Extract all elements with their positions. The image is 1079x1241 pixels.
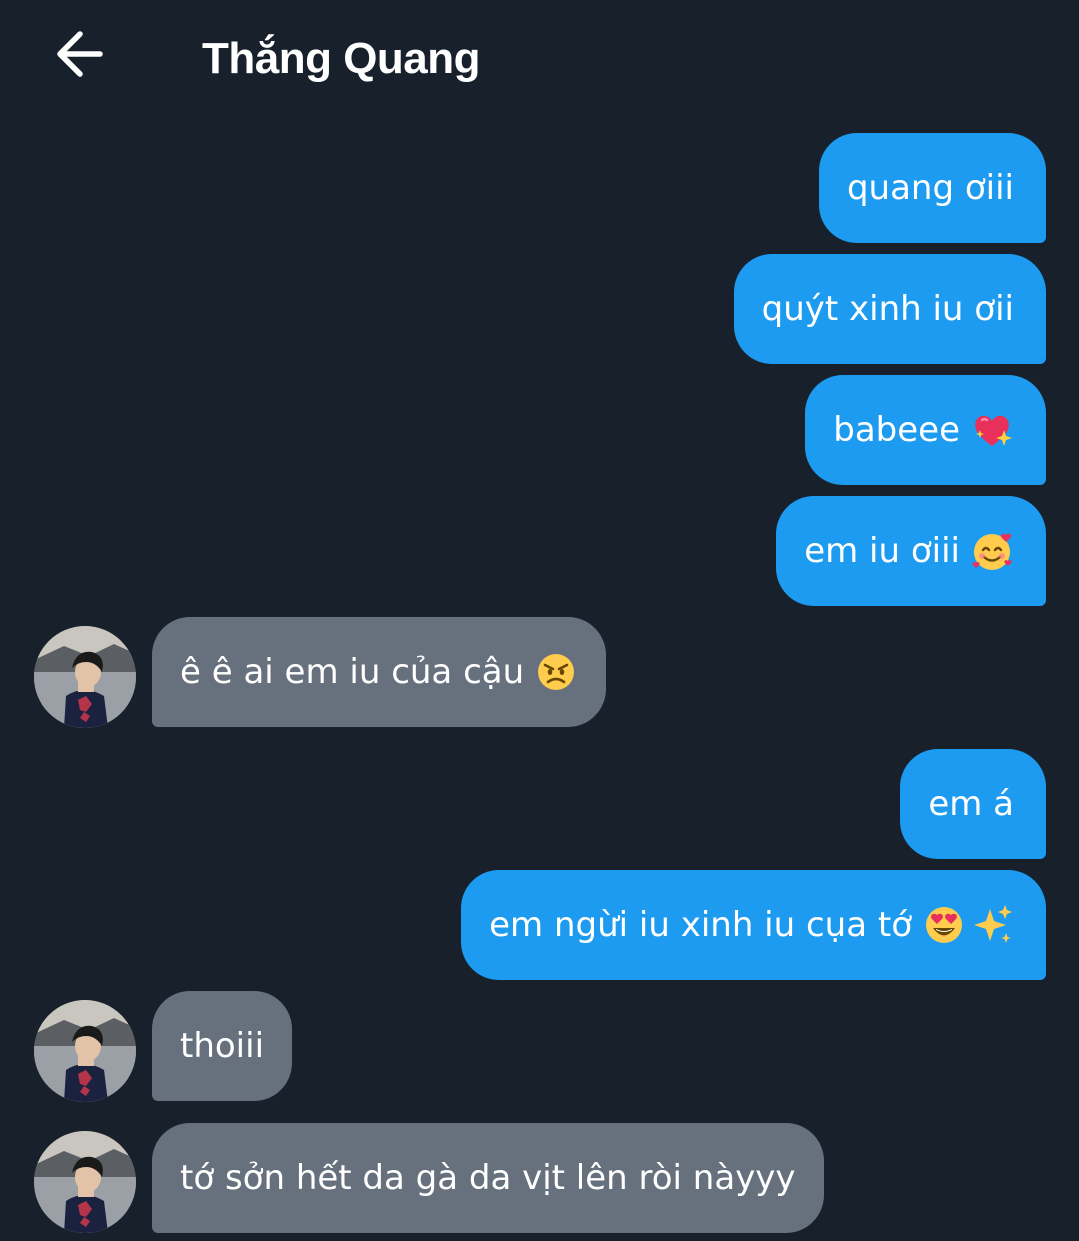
incoming-message-bubble[interactable]: ê ê ai em iu của cậu: [152, 617, 607, 727]
message-text: quýt xinh iu ơii: [761, 289, 1014, 329]
angry-face-emoji: [534, 650, 578, 694]
arrow-left-icon: [57, 31, 103, 77]
outgoing-message-bubble[interactable]: babeee: [805, 375, 1046, 485]
message-text: em ngừi iu xinh iu cụa tớ: [489, 905, 912, 945]
avatar[interactable]: [34, 1000, 136, 1102]
message-text: tớ sởn hết da gà da vịt lên ròi nàyyy: [180, 1158, 796, 1198]
outgoing-message-bubble[interactable]: em á: [900, 749, 1046, 859]
smiling-face-with-hearts-emoji: [970, 529, 1014, 573]
avatar[interactable]: [34, 1131, 136, 1233]
chat-header: Thắng Quang: [0, 0, 1079, 120]
sparkles-emoji: [970, 903, 1014, 947]
incoming-message-bubble[interactable]: thoiii: [152, 991, 293, 1101]
message-text: quang ơiii: [846, 168, 1014, 208]
sparkling-heart-emoji: [970, 408, 1014, 452]
outgoing-message-bubble[interactable]: em iu ơiii: [776, 496, 1046, 606]
outgoing-message-bubble[interactable]: quang ơiii: [818, 133, 1046, 243]
incoming-message-bubble[interactable]: tớ sởn hết da gà da vịt lên ròi nàyyy: [152, 1123, 824, 1233]
message-text: thoiii: [180, 1026, 265, 1066]
outgoing-message-bubble[interactable]: quýt xinh iu ơii: [733, 254, 1046, 364]
back-button[interactable]: [48, 22, 112, 86]
message-text: babeee: [833, 410, 960, 450]
message-text: em á: [928, 784, 1014, 824]
heart-eyes-emoji: [922, 903, 966, 947]
outgoing-message-bubble[interactable]: em ngừi iu xinh iu cụa tớ: [461, 870, 1046, 980]
message-text: em iu ơiii: [804, 531, 960, 571]
conversation-title: Thắng Quang: [202, 34, 481, 83]
message-text: ê ê ai em iu của cậu: [180, 652, 525, 692]
avatar[interactable]: [34, 626, 136, 728]
